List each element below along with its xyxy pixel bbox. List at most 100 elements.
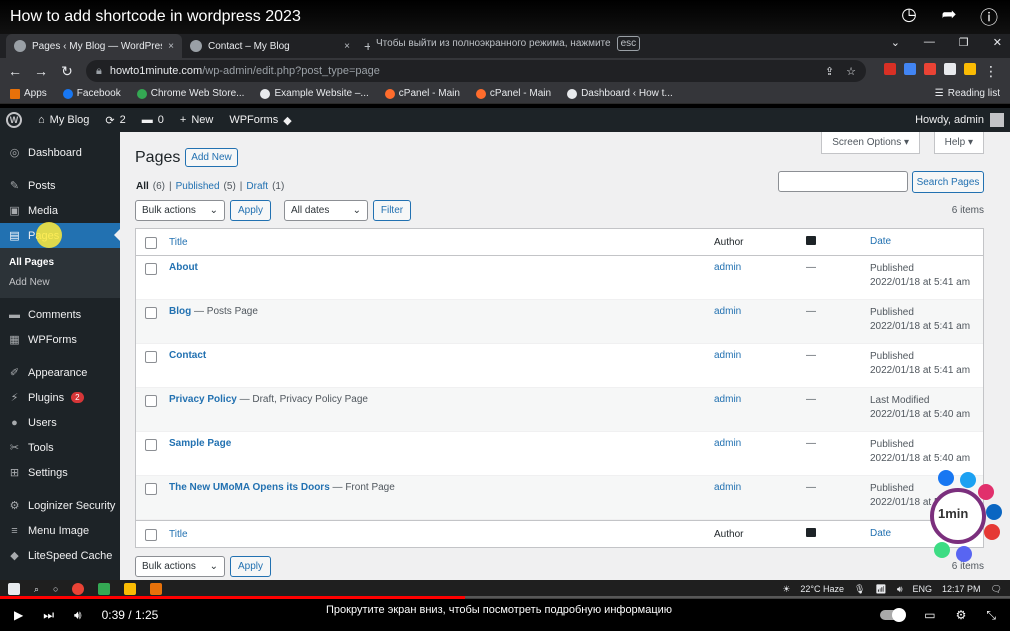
volume-icon[interactable]: 🔊︎ [897,584,903,595]
author-link[interactable]: admin [714,350,806,361]
reading-list[interactable]: ☰ Reading list [935,88,1000,99]
tab-pages[interactable]: Pages ‹ My Blog — WordPress × [6,34,182,58]
info-icon[interactable]: ⓘ [978,4,1000,30]
sidebar-item-wpforms[interactable]: ▦ WPForms [0,327,120,352]
language-indicator[interactable]: ENG [913,584,933,594]
select-all-checkbox[interactable] [145,236,157,249]
task-view-icon[interactable]: ○ [53,584,58,594]
author-link[interactable]: admin [714,394,806,405]
row-checkbox[interactable] [145,395,157,407]
folder-icon[interactable] [124,583,137,595]
row-checkbox[interactable] [145,483,157,495]
tab-contact[interactable]: Contact – My Blog × [182,34,358,58]
row-checkbox[interactable] [145,307,157,319]
bookmark-cpanel[interactable]: cPanel - Main [475,88,551,99]
search-pages-button[interactable]: Search Pages [912,171,984,193]
admin-bar-site[interactable]: ⌂ My Blog [38,114,89,126]
chrome-icon[interactable] [72,583,85,595]
app-icon[interactable] [98,583,111,595]
filter-button[interactable]: Filter [373,200,411,221]
url-field[interactable]: 🔒︎ howto1minute.com/wp-admin/edit.php?po… [86,60,866,82]
row-checkbox[interactable] [145,351,157,363]
author-link[interactable]: admin [714,306,806,317]
filter-published[interactable]: Published [176,181,220,192]
bookmark-chrome-web-store[interactable]: Chrome Web Store... [136,88,244,99]
back-icon[interactable]: ← [8,63,22,79]
add-new-button[interactable]: Add New [185,148,238,167]
page-title-link[interactable]: Privacy Policy [169,394,237,405]
app-icon[interactable] [150,583,163,595]
reload-icon[interactable]: ↻ [60,63,74,80]
filter-all[interactable]: All [136,181,149,192]
minimize-icon[interactable]: — [924,36,935,49]
page-title-link[interactable]: Sample Page [169,438,231,449]
extension-icon[interactable] [924,62,936,75]
admin-bar-wpforms[interactable]: WPForms ◆ [229,114,291,127]
row-checkbox[interactable] [145,263,157,275]
wifi-icon[interactable]: 📶︎ [875,584,886,595]
share-icon[interactable]: ➦ [938,4,960,30]
sidebar-item-tools[interactable]: ✂ Tools [0,435,120,460]
next-icon[interactable]: ⏭︎ [43,608,54,623]
bookmark-facebook[interactable]: Facebook [62,88,121,99]
clock[interactable]: 12:17 PM [942,584,981,594]
search-input[interactable] [778,171,908,192]
sidebar-item-users[interactable]: ● Users [0,410,120,435]
author-link[interactable]: admin [714,482,806,493]
volume-icon[interactable]: 🔊︎ [74,608,82,623]
chevron-down-icon[interactable]: ⌄ [891,36,900,49]
close-window-icon[interactable]: ✕ [993,36,1002,49]
restore-icon[interactable]: ❐ [959,36,969,49]
author-link[interactable]: admin [714,262,806,273]
sidebar-item-appearance[interactable]: ✐ Appearance [0,360,120,385]
row-checkbox[interactable] [145,439,157,451]
share-page-icon[interactable]: ⇪ [825,65,834,78]
comment-icon[interactable] [806,528,816,537]
sidebar-item-litespeed[interactable]: ◆ LiteSpeed Cache [0,543,120,568]
play-icon[interactable]: ▶ [14,608,23,622]
weather[interactable]: 22°C Haze [800,584,844,594]
bookmark-example-website[interactable]: Example Website –... [260,88,369,99]
screen-options-button[interactable]: Screen Options ▾ [821,132,920,154]
close-icon[interactable]: × [344,41,350,52]
author-link[interactable]: admin [714,438,806,449]
column-title[interactable]: Title [169,529,188,540]
submenu-add-new[interactable]: Add New [0,272,120,292]
sidebar-item-settings[interactable]: ⊞ Settings [0,460,120,485]
admin-bar-new[interactable]: + New [180,114,213,126]
star-icon[interactable]: ☆ [846,65,856,78]
bulk-actions-select[interactable]: Bulk actions ⌄ [135,200,225,221]
clock-icon[interactable]: ◷ [898,4,920,30]
dates-select[interactable]: All dates ⌄ [284,200,368,221]
submenu-all-pages[interactable]: All Pages [0,252,120,272]
notification-icon[interactable]: 🗨︎ [991,584,1002,595]
page-title-link[interactable]: About [169,262,198,273]
windows-start-icon[interactable] [8,583,20,595]
extension-icon[interactable] [964,62,976,75]
puzzle-icon[interactable] [944,62,956,75]
apply-button-bottom[interactable]: Apply [230,556,271,577]
sidebar-item-comments[interactable]: ▬ Comments [0,302,120,327]
video-title[interactable]: How to add shortcode in wordpress 2023 [10,8,898,26]
comment-icon[interactable] [806,236,816,245]
select-all-checkbox[interactable] [145,528,157,541]
apply-button[interactable]: Apply [230,200,271,221]
column-date[interactable]: Date [870,235,980,249]
page-title-link[interactable]: The New UMoMA Opens its Doors [169,482,330,493]
fullscreen-exit-icon[interactable]: ⤡ [986,608,996,623]
filter-draft[interactable]: Draft [246,181,268,192]
sidebar-item-plugins[interactable]: ⚡ Plugins 2 [0,385,120,410]
bookmark-apps[interactable]: Apps [10,88,47,99]
bookmark-dashboard[interactable]: Dashboard ‹ How t... [567,88,673,99]
sidebar-item-dashboard[interactable]: ◎ Dashboard [0,140,120,165]
sidebar-item-media[interactable]: ▣ Media [0,198,120,223]
close-icon[interactable]: × [168,41,174,52]
forward-icon[interactable]: → [34,63,48,79]
column-title[interactable]: Title [169,237,188,248]
admin-bar-updates[interactable]: ⟳ 2 [105,114,125,127]
admin-bar-comments[interactable]: ▬ 0 [142,114,164,126]
page-title-link[interactable]: Contact [169,350,206,361]
wordpress-logo-icon[interactable]: W [6,112,22,128]
sidebar-item-loginizer[interactable]: ⚙ Loginizer Security [0,493,120,518]
sidebar-item-posts[interactable]: ✎ Posts [0,173,120,198]
